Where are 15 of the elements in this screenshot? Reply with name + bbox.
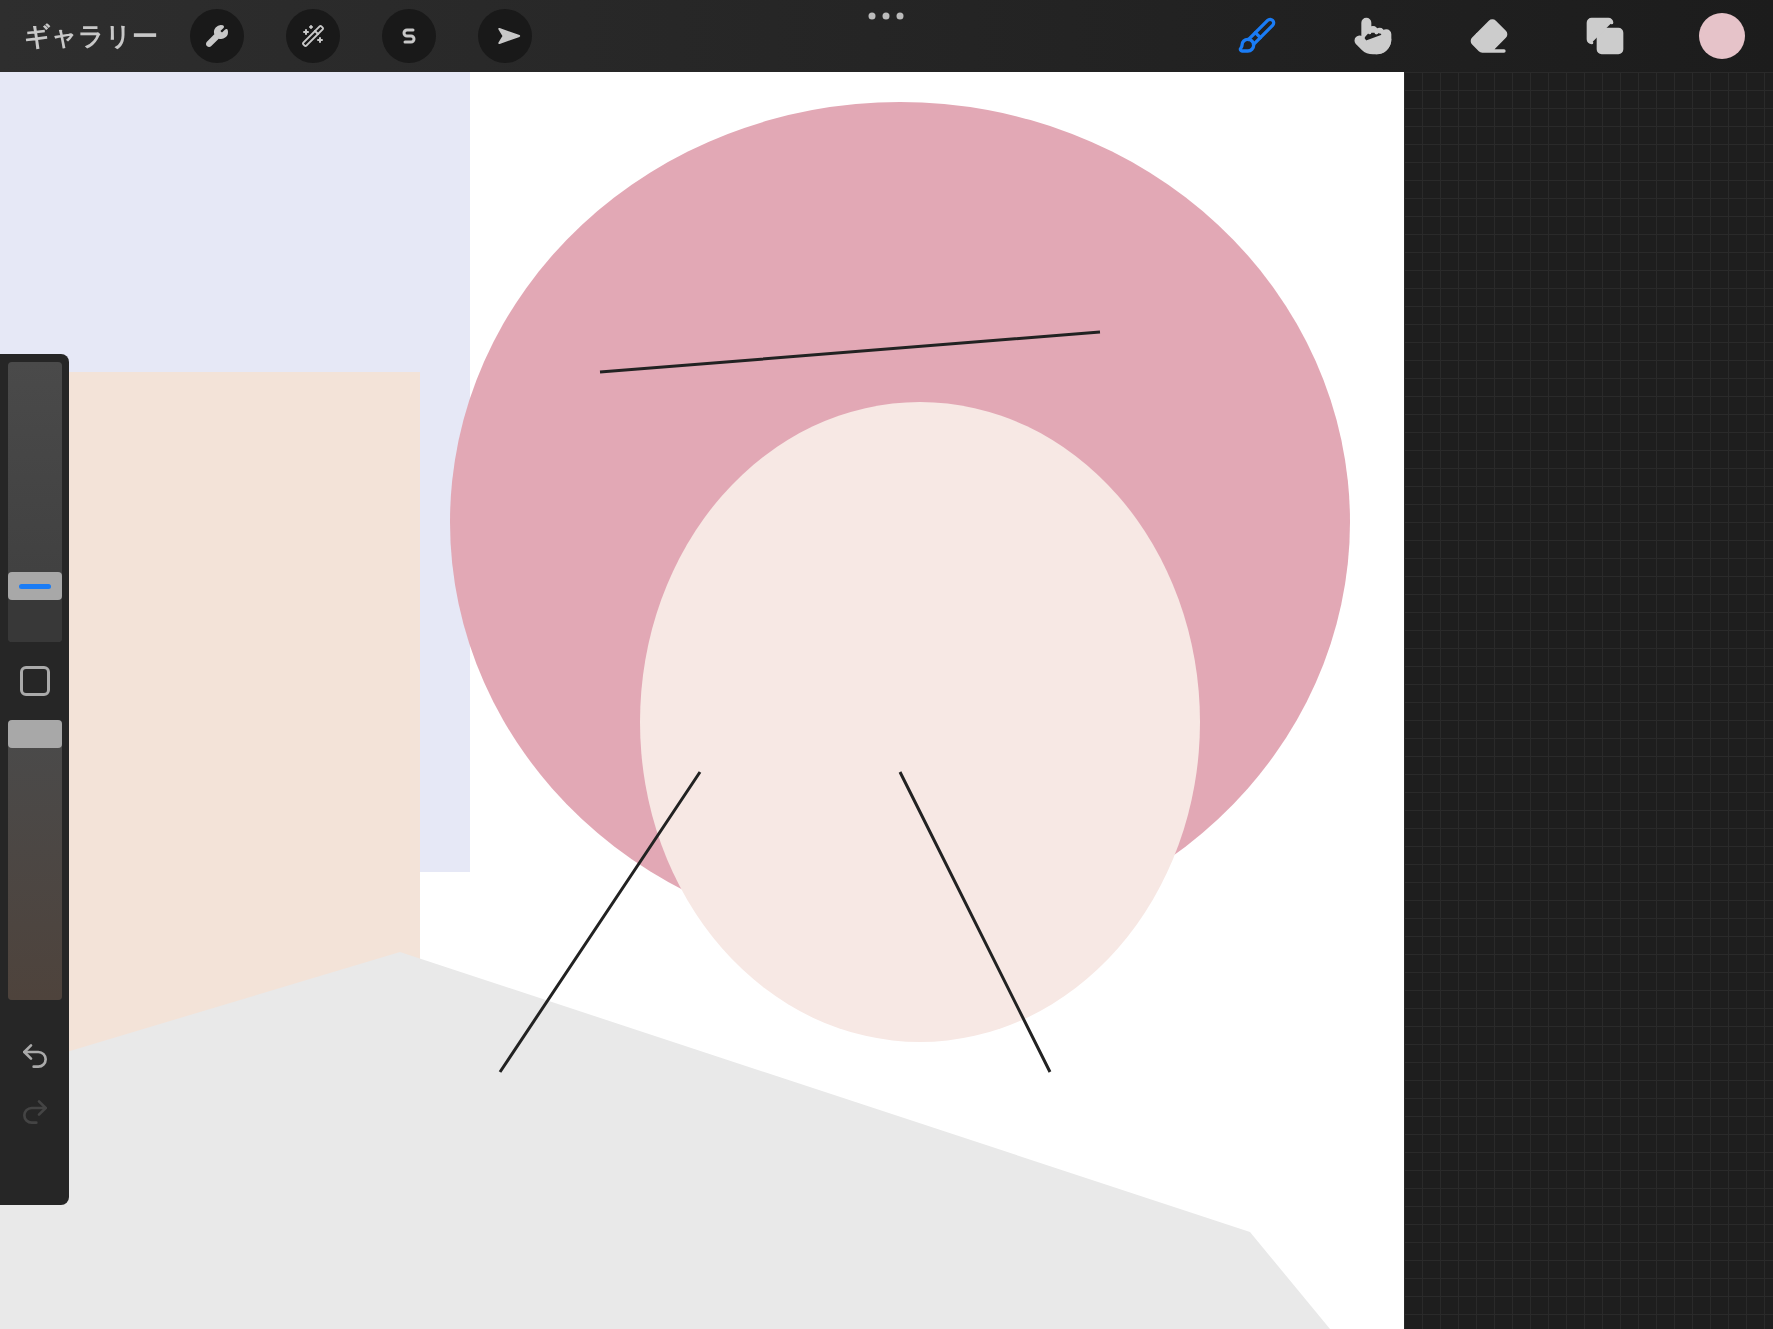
square-icon[interactable] [19,666,50,696]
brush-size-slider[interactable] [7,362,62,642]
tool-button[interactable] [286,9,340,63]
tool-button[interactable] [190,9,244,63]
finger-icon [1353,16,1393,56]
color-swatch[interactable] [1699,13,1745,59]
wrench-icon [205,24,229,48]
eraser-icon [1469,16,1509,56]
more-icon[interactable] [868,12,904,20]
slider-thumb[interactable] [7,572,62,600]
brush-icon [1237,16,1277,56]
wand-icon [301,24,325,48]
slider-thumb[interactable] [7,720,62,748]
gallery-link[interactable]: ギャラリー [24,16,158,56]
tool-button[interactable] [478,9,532,63]
